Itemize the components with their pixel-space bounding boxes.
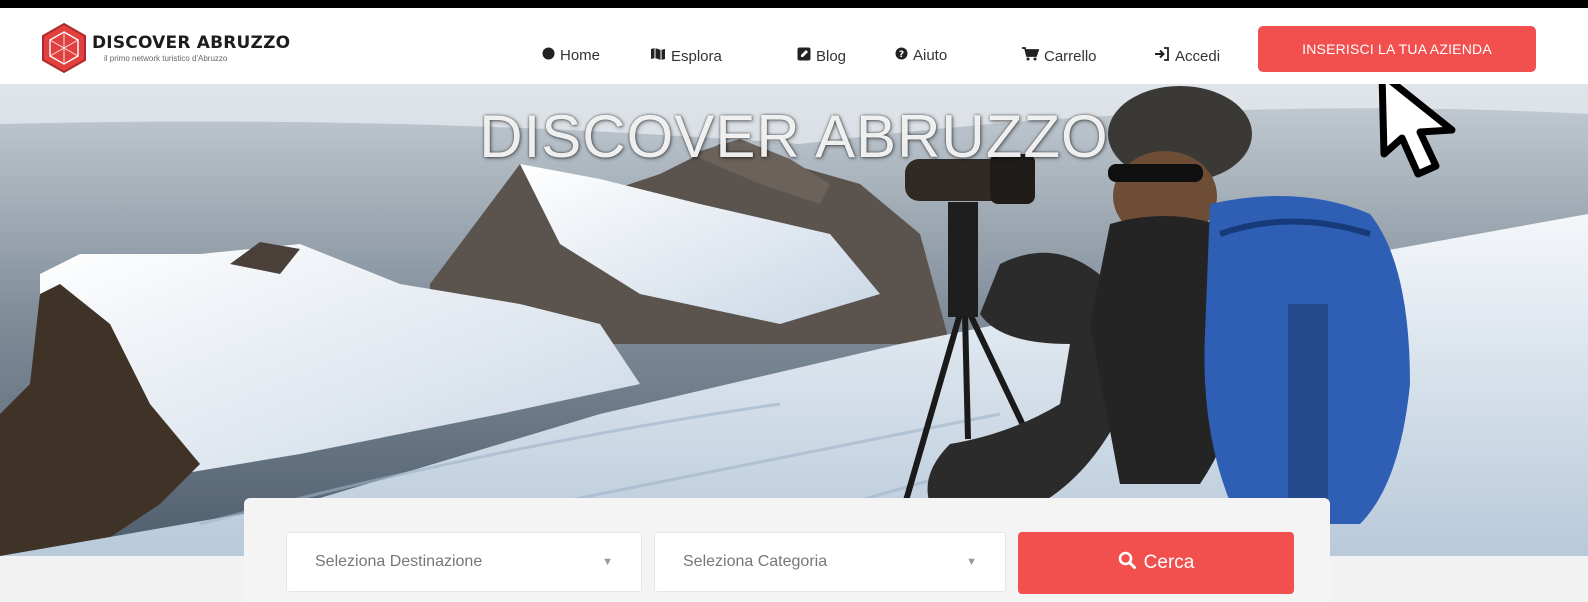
nav-label: Blog (816, 47, 847, 65)
search-icon (1118, 551, 1136, 575)
category-select[interactable]: Seleziona Categoria ▼ (654, 532, 1006, 592)
chevron-down-icon: ▼ (602, 556, 613, 568)
chevron-down-icon: ▼ (966, 556, 977, 568)
destination-select[interactable]: Seleziona Destinazione ▼ (286, 532, 642, 592)
hero-title: DISCOVER ABRUZZO (479, 103, 1109, 170)
nav-label: Aiuto (913, 47, 948, 64)
nav-item-blog[interactable]: Blog (797, 47, 846, 65)
search-button[interactable]: Cerca (1018, 532, 1294, 594)
cart-icon (1022, 47, 1040, 65)
category-placeholder: Seleziona Categoria (683, 553, 828, 570)
logo-icon (42, 22, 86, 74)
top-black-bar (0, 0, 1588, 8)
nav-item-carrello[interactable]: Carrello (1022, 47, 1097, 65)
nav-item-accedi[interactable]: Accedi (1154, 47, 1220, 65)
map-icon (650, 47, 666, 65)
edit-icon (797, 47, 811, 65)
nav-label: Home (560, 47, 601, 64)
brand-subtitle: il primo network turistico d'Abruzzo (104, 54, 228, 63)
question-circle-icon: ? (895, 47, 908, 64)
svg-text:?: ? (899, 50, 904, 60)
pointer-arrow-icon (1378, 84, 1456, 178)
nav-label: Esplora (671, 47, 722, 65)
nav-label: Carrello (1044, 47, 1097, 65)
page: DISCOVER ABRUZZO il primo network turist… (0, 0, 1588, 602)
hero-banner: DISCOVER ABRUZZO (0, 84, 1588, 556)
brand-title: DISCOVER ABRUZZO (92, 33, 291, 53)
search-panel: Seleziona Destinazione ▼ Seleziona Categ… (244, 498, 1330, 602)
search-button-label: Cerca (1143, 552, 1195, 573)
nav-item-esplora[interactable]: Esplora (650, 47, 722, 65)
circle-icon (542, 47, 555, 64)
brand-logo[interactable]: DISCOVER ABRUZZO il primo network turist… (40, 22, 290, 74)
add-business-button[interactable]: INSERISCI LA TUA AZIENDA (1258, 26, 1536, 72)
destination-placeholder: Seleziona Destinazione (315, 553, 483, 570)
nav-item-aiuto[interactable]: ? Aiuto (895, 47, 947, 64)
sign-in-icon (1154, 47, 1170, 65)
nav-label: Accedi (1175, 47, 1221, 65)
nav-item-home[interactable]: Home (542, 47, 600, 64)
